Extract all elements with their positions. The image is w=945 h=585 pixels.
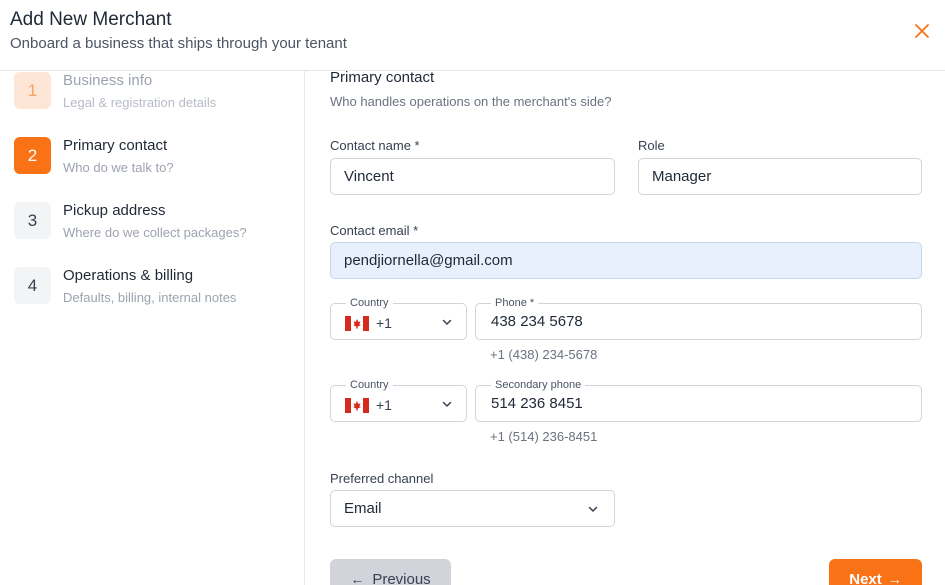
section-title: Primary contact: [330, 69, 435, 86]
step-title: Primary contact: [63, 137, 168, 154]
step-number: 4: [14, 267, 51, 304]
close-icon[interactable]: [912, 21, 932, 41]
contact-email-label: Contact email *: [330, 223, 419, 238]
country-code: +1: [376, 397, 392, 413]
canada-flag-icon: [345, 315, 369, 331]
step-title: Operations & billing: [63, 267, 194, 284]
role-label: Role: [638, 138, 665, 153]
step-title: Business info: [63, 72, 153, 89]
phone-label: Phone *: [491, 296, 539, 310]
country-code: +1: [376, 315, 392, 331]
step-pickup-address[interactable]: 3 Pickup address Where do we collect pac…: [14, 202, 294, 252]
step-number: 2: [14, 137, 51, 174]
phone-value: 438 234 5678: [491, 313, 583, 330]
step-title: Pickup address: [63, 202, 166, 219]
arrow-right-icon: →: [887, 571, 902, 585]
preferred-channel-select[interactable]: Email: [330, 490, 615, 527]
arrow-left-icon: ←: [350, 571, 365, 585]
modal-subtitle: Onboard a business that ships through yo…: [10, 35, 347, 52]
preferred-channel-value: Email: [344, 500, 382, 517]
phone-country-select[interactable]: Country +1: [330, 296, 467, 340]
country-label: Country: [346, 296, 393, 310]
previous-label: Previous: [372, 570, 431, 585]
step-description: Legal & registration details: [63, 95, 217, 110]
role-input[interactable]: Manager: [638, 158, 922, 195]
secondary-phone-formatted-hint: +1 (514) 236-8451: [490, 429, 598, 444]
previous-button[interactable]: ← Previous: [330, 559, 451, 585]
step-operations-billing[interactable]: 4 Operations & billing Defaults, billing…: [14, 267, 294, 317]
phone-input[interactable]: Phone * 438 234 5678: [475, 296, 922, 340]
contact-email-input[interactable]: pendjiornella@gmail.com: [330, 242, 922, 279]
next-button[interactable]: Next →: [829, 559, 922, 585]
contact-name-label: Contact name *: [330, 138, 420, 153]
next-label: Next: [849, 570, 882, 585]
section-subtitle: Who handles operations on the merchant's…: [330, 94, 612, 109]
modal-title: Add New Merchant: [10, 9, 172, 30]
chevron-down-icon: [442, 401, 452, 407]
step-number: 3: [14, 202, 51, 239]
step-description: Where do we collect packages?: [63, 225, 247, 240]
secondary-phone-label: Secondary phone: [491, 378, 586, 392]
form-panel: Primary contact Who handles operations o…: [330, 69, 930, 585]
country-label: Country: [346, 378, 393, 392]
canada-flag-icon: [345, 397, 369, 413]
secondary-phone-value: 514 236 8451: [491, 395, 583, 412]
step-description: Defaults, billing, internal notes: [63, 290, 237, 305]
stepper-sidebar: 1 Business info Legal & registration det…: [0, 71, 305, 585]
modal-header: Add New Merchant Onboard a business that…: [0, 0, 945, 71]
phone-formatted-hint: +1 (438) 234-5678: [490, 347, 598, 362]
step-description: Who do we talk to?: [63, 160, 174, 175]
secondary-phone-input[interactable]: Secondary phone 514 236 8451: [475, 378, 922, 422]
preferred-channel-label: Preferred channel: [330, 471, 434, 486]
chevron-down-icon: [588, 506, 598, 512]
step-number: 1: [14, 72, 51, 109]
contact-name-input[interactable]: Vincent: [330, 158, 615, 195]
secondary-phone-country-select[interactable]: Country +1: [330, 378, 467, 422]
step-business-info[interactable]: 1 Business info Legal & registration det…: [14, 72, 294, 122]
chevron-down-icon: [442, 319, 452, 325]
step-primary-contact[interactable]: 2 Primary contact Who do we talk to?: [14, 137, 294, 187]
